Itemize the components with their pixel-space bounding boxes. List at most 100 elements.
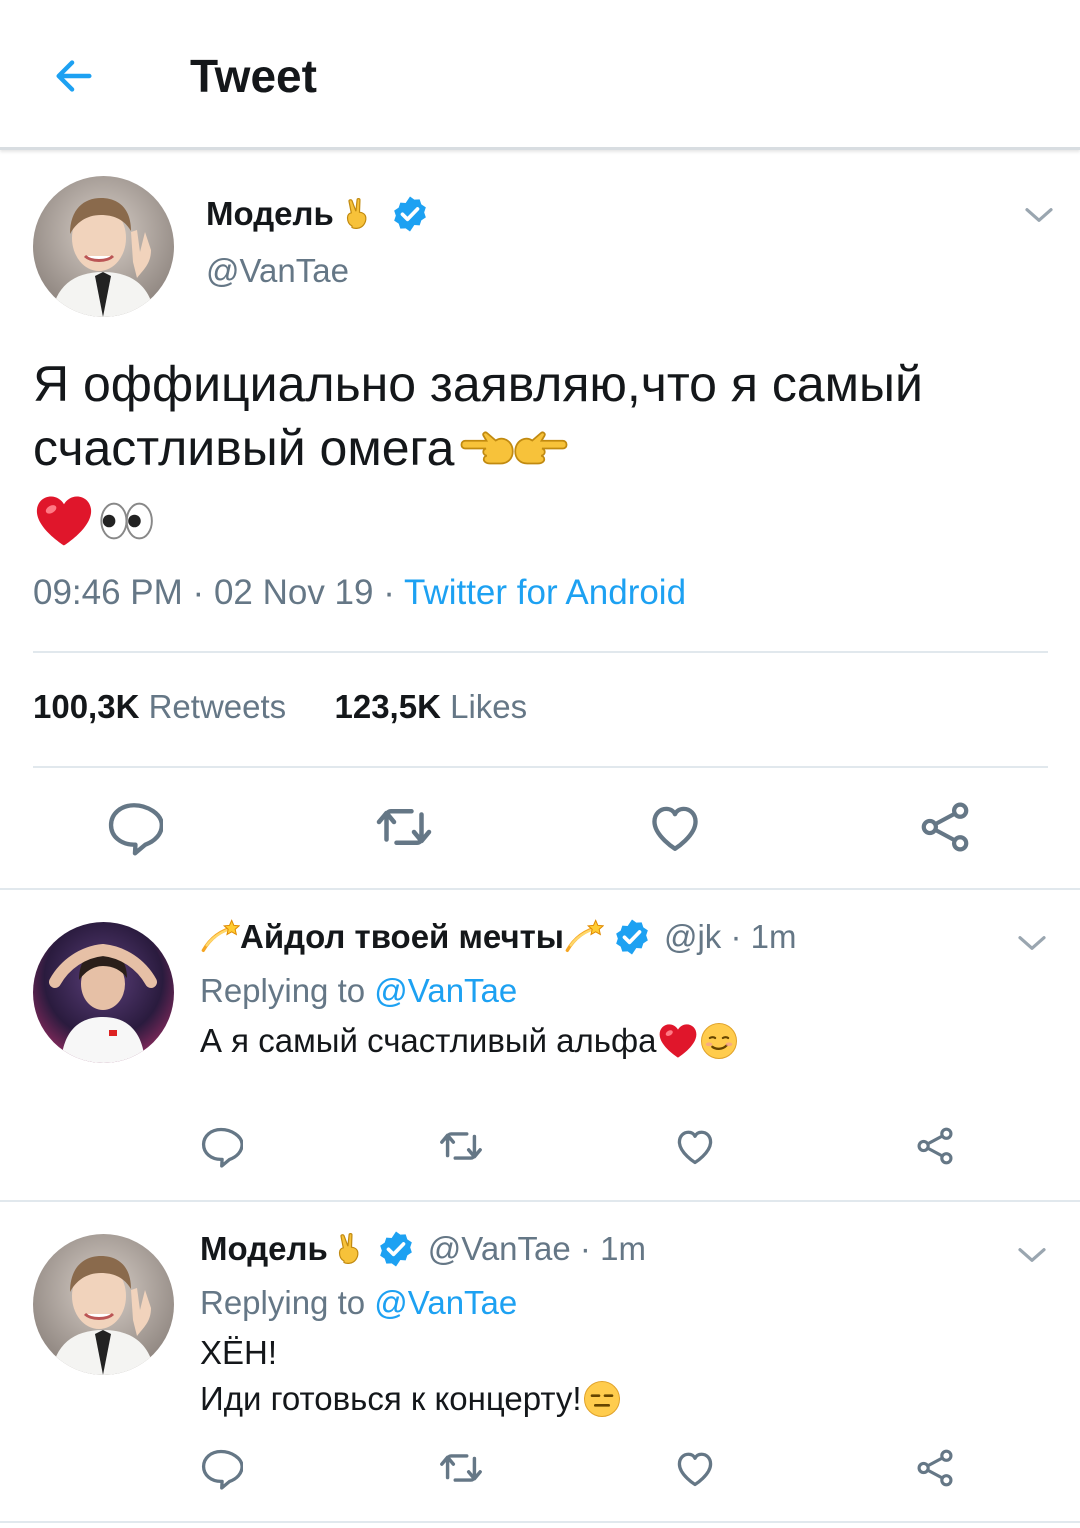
likes-label: Likes bbox=[450, 688, 528, 725]
reply-author-name[interactable]: Модель bbox=[200, 1230, 328, 1268]
reply-text-line: А я самый счастливый альфа bbox=[200, 1018, 739, 1064]
dizzy-emoji-icon bbox=[565, 918, 604, 952]
share-button[interactable] bbox=[912, 1123, 958, 1169]
reply-meta: @VanTae · 1m bbox=[428, 1230, 646, 1268]
share-icon bbox=[917, 799, 973, 855]
reply-meta: @jk · 1m bbox=[664, 918, 797, 956]
tweet-source-link[interactable]: Twitter for Android bbox=[404, 573, 686, 612]
likes-stat[interactable]: 123,5K Likes bbox=[335, 688, 528, 725]
reply-author-avatar[interactable] bbox=[33, 922, 174, 1063]
retweet-button[interactable] bbox=[438, 1445, 484, 1491]
author-handle[interactable]: @VanTae bbox=[206, 252, 349, 290]
heart-icon bbox=[677, 1452, 713, 1487]
reply-author-name[interactable]: Айдол твоей мечты bbox=[240, 918, 564, 956]
red-heart-emoji-icon bbox=[36, 496, 92, 546]
verified-badge-icon bbox=[392, 194, 428, 234]
reply-options-caret[interactable] bbox=[1014, 928, 1050, 958]
like-button[interactable] bbox=[672, 1123, 718, 1169]
tweet-metadata: 09:46 PM · 02 Nov 19 · Twitter for Andro… bbox=[33, 573, 686, 613]
share-button[interactable] bbox=[915, 797, 975, 857]
reply-icon bbox=[201, 1127, 243, 1168]
avatar-photo bbox=[33, 1234, 174, 1375]
reply-button[interactable] bbox=[104, 797, 164, 857]
tweet-text-segment: счастливый омега bbox=[33, 420, 455, 476]
likes-count: 123,5K bbox=[334, 688, 441, 725]
reply-options-caret[interactable] bbox=[1014, 1240, 1050, 1270]
tweet-time: 09:46 PM bbox=[33, 573, 183, 612]
point-left-emoji-icon bbox=[461, 431, 515, 465]
tweet-text: Я оффициально заявляю,что я самый счастл… bbox=[33, 352, 1043, 480]
heart-icon bbox=[677, 1130, 713, 1165]
divider bbox=[0, 888, 1080, 890]
retweets-label: Retweets bbox=[148, 688, 287, 725]
victory-hand-emoji-icon bbox=[338, 1233, 359, 1264]
reply-text: ХЁН! Иди готовься к концерту! bbox=[200, 1330, 622, 1422]
separator-dot: · bbox=[730, 918, 742, 955]
reply-icon bbox=[105, 798, 163, 856]
tweet-date: 02 Nov 19 bbox=[213, 573, 374, 612]
heart-icon bbox=[646, 798, 704, 856]
replying-to: Replying to @VanTae bbox=[200, 972, 517, 1010]
avatar-photo bbox=[33, 176, 174, 317]
retweet-icon bbox=[374, 796, 434, 858]
divider bbox=[0, 1521, 1080, 1523]
retweets-count: 100,3K bbox=[33, 688, 140, 725]
smirk-emoji-icon bbox=[699, 1022, 738, 1060]
reply-time: 1m bbox=[600, 1230, 646, 1267]
separator-dot: · bbox=[383, 573, 395, 612]
top-app-bar: Tweet bbox=[0, 0, 1080, 150]
reply-text: А я самый счастливый альфа bbox=[200, 1018, 739, 1064]
author-name[interactable]: Модель bbox=[206, 192, 430, 236]
reply-header: Модель @VanTae · 1m bbox=[200, 1227, 646, 1271]
page-title: Tweet bbox=[190, 50, 317, 102]
replying-to: Replying to @VanTae bbox=[200, 1284, 517, 1322]
arrow-left-icon bbox=[56, 60, 92, 92]
verified-badge-icon bbox=[378, 1229, 414, 1269]
retweets-stat[interactable]: 100,3K Retweets bbox=[33, 688, 286, 725]
retweet-icon bbox=[440, 1132, 482, 1160]
reply-button[interactable] bbox=[198, 1445, 244, 1491]
replying-to-mention[interactable]: @VanTae bbox=[374, 972, 517, 1009]
eyes-emoji-icon bbox=[100, 502, 154, 540]
reply-button[interactable] bbox=[198, 1123, 244, 1169]
tweet-emoji-line bbox=[33, 490, 155, 552]
back-button[interactable] bbox=[46, 48, 102, 104]
victory-hand-emoji-icon bbox=[346, 198, 367, 229]
dizzy-emoji-icon bbox=[201, 918, 240, 952]
replying-to-mention[interactable]: @VanTae bbox=[374, 1284, 517, 1321]
tweet-stats: 100,3K Retweets 123,5K Likes bbox=[33, 688, 527, 726]
reply-text-line: ХЁН! bbox=[200, 1330, 622, 1376]
tweet-options-caret[interactable] bbox=[1021, 200, 1057, 230]
avatar-photo bbox=[33, 922, 174, 1063]
reply-icon bbox=[201, 1449, 243, 1490]
replying-to-label: Replying to bbox=[200, 1284, 366, 1321]
reply-author-avatar[interactable] bbox=[33, 1234, 174, 1375]
reply-text-segment: ХЁН! bbox=[200, 1334, 278, 1371]
like-button[interactable] bbox=[672, 1445, 718, 1491]
reply-author-handle[interactable]: @jk bbox=[664, 918, 721, 955]
retweet-button[interactable] bbox=[438, 1123, 484, 1169]
chevron-down-icon bbox=[1025, 208, 1053, 222]
reply-author-handle[interactable]: @VanTae bbox=[428, 1230, 571, 1267]
divider bbox=[33, 766, 1048, 768]
tweet-text-line: Я оффициально заявляю,что я самый bbox=[33, 356, 923, 412]
divider bbox=[0, 1200, 1080, 1202]
like-button[interactable] bbox=[645, 797, 705, 857]
author-avatar[interactable] bbox=[33, 176, 174, 317]
replying-to-label: Replying to bbox=[200, 972, 366, 1009]
chevron-down-icon bbox=[1018, 936, 1046, 950]
reply-text-segment: Иди готовься к концерту! bbox=[200, 1380, 582, 1417]
share-icon bbox=[917, 1449, 953, 1487]
share-icon bbox=[917, 1127, 953, 1165]
chevron-down-icon bbox=[1018, 1248, 1046, 1262]
divider bbox=[33, 651, 1048, 653]
reply-time: 1m bbox=[750, 918, 797, 955]
expressionless-face-emoji-icon bbox=[582, 1380, 621, 1418]
verified-badge-icon bbox=[614, 917, 650, 957]
separator-dot: · bbox=[579, 1230, 591, 1267]
tweet-text-line: счастливый омега bbox=[33, 416, 1043, 480]
retweet-button[interactable] bbox=[374, 797, 434, 857]
red-heart-emoji-icon bbox=[659, 1024, 696, 1058]
reply-text-line: Иди готовься к концерту! bbox=[200, 1376, 622, 1422]
share-button[interactable] bbox=[912, 1445, 958, 1491]
